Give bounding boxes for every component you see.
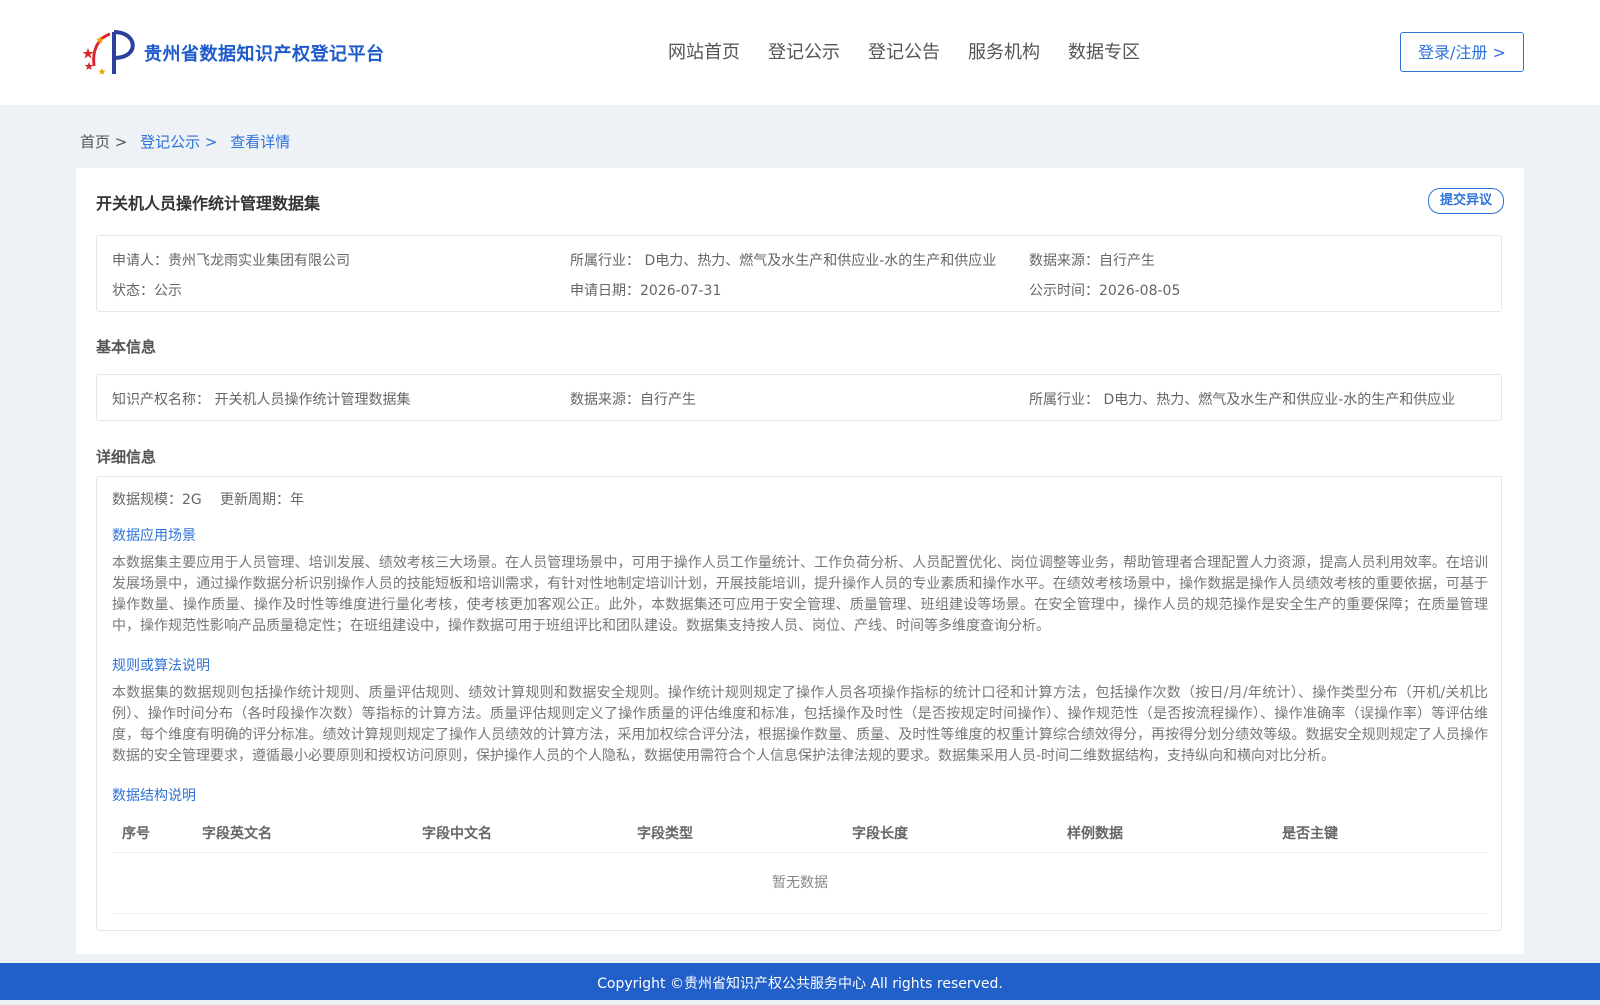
basic-info-box: 知识产权名称： 开关机人员操作统计管理数据集 数据来源：自行产生 所属行业： D… — [96, 374, 1502, 421]
detail-info-title: 详细信息 — [96, 448, 157, 466]
col-index: 序号 — [122, 826, 150, 842]
detail-card: 开关机人员操作统计管理数据集 提交异议 申请人：贵州飞龙雨实业集团有限公司 所属… — [76, 168, 1524, 954]
nav-service-agencies[interactable]: 服务机构 — [968, 38, 1040, 64]
publish-date: 公示时间：2026-08-05 — [1029, 283, 1181, 299]
platform-logo-icon — [82, 30, 135, 75]
login-register-button[interactable]: 登录/注册 > — [1400, 32, 1524, 72]
breadcrumb-current: 查看详情 — [230, 133, 291, 151]
nav-home[interactable]: 网站首页 — [668, 38, 740, 64]
scenario-text: 本数据集主要应用于人员管理、培训发展、绩效考核三大场景。在人员管理场景中，可用于… — [112, 555, 1488, 634]
data-source: 数据来源：自行产生 — [1029, 253, 1155, 269]
structure-title: 数据结构说明 — [112, 788, 196, 804]
nav-registration-publicity[interactable]: 登记公示 — [768, 38, 840, 64]
dataset-title: 开关机人员操作统计管理数据集 — [96, 194, 321, 213]
summary-box: 申请人：贵州飞龙雨实业集团有限公司 所属行业： D电力、热力、燃气及水生产和供应… — [96, 235, 1502, 312]
status: 状态：公示 — [112, 283, 182, 299]
breadcrumb-home[interactable]: 首页 > — [80, 133, 127, 151]
col-field-type: 字段类型 — [637, 826, 693, 842]
detail-info-box: 数据规模：2G 更新周期：年 数据应用场景 本数据集主要应用于人员管理、培训发展… — [96, 476, 1502, 931]
nav-registration-announcement[interactable]: 登记公告 — [868, 38, 940, 64]
main-nav: 网站首页 登记公示 登记公告 服务机构 数据专区 — [668, 38, 1168, 64]
col-primary-key: 是否主键 — [1282, 826, 1338, 842]
col-field-length: 字段长度 — [852, 826, 908, 842]
breadcrumb: 首页 > 登记公示 > 查看详情 — [80, 131, 298, 152]
applicant: 申请人：贵州飞龙雨实业集团有限公司 — [112, 253, 350, 269]
top-header: 贵州省数据知识产权登记平台 网站首页 登记公示 登记公告 服务机构 数据专区 登… — [0, 0, 1600, 105]
nav-data-zone[interactable]: 数据专区 — [1068, 38, 1140, 64]
footer: Copyright ©贵州省知识产权公共服务中心 All rights rese… — [0, 963, 1600, 1000]
breadcrumb-list[interactable]: 登记公示 > — [140, 133, 217, 151]
industry: 所属行业： D电力、热力、燃气及水生产和供应业-水的生产和供应业 — [570, 253, 997, 269]
scenario-title: 数据应用场景 — [112, 528, 196, 544]
rules-text: 本数据集的数据规则包括操作统计规则、质量评估规则、绩效计算规则和数据安全规则。操… — [112, 685, 1488, 764]
col-sample-data: 样例数据 — [1067, 826, 1123, 842]
apply-date: 申请日期：2026-07-31 — [570, 283, 722, 299]
basic-info-title: 基本信息 — [96, 338, 157, 356]
structure-table-empty: 暂无数据 — [112, 852, 1488, 914]
brand[interactable]: 贵州省数据知识产权登记平台 — [80, 28, 385, 78]
basic-data-source: 数据来源：自行产生 — [570, 392, 696, 408]
col-english-name: 字段英文名 — [202, 826, 272, 842]
col-chinese-name: 字段中文名 — [422, 826, 492, 842]
structure-table-header: 序号 字段英文名 字段中文名 字段类型 字段长度 样例数据 是否主键 — [112, 815, 1488, 851]
update-cycle: 更新周期：年 — [220, 492, 304, 508]
ip-name: 知识产权名称： 开关机人员操作统计管理数据集 — [112, 392, 411, 408]
submit-objection-button[interactable]: 提交异议 — [1428, 188, 1504, 214]
basic-industry: 所属行业： D电力、热力、燃气及水生产和供应业-水的生产和供应业 — [1029, 392, 1456, 408]
site-title: 贵州省数据知识产权登记平台 — [144, 44, 385, 65]
data-scale: 数据规模：2G — [112, 492, 202, 508]
rules-title: 规则或算法说明 — [112, 658, 210, 674]
